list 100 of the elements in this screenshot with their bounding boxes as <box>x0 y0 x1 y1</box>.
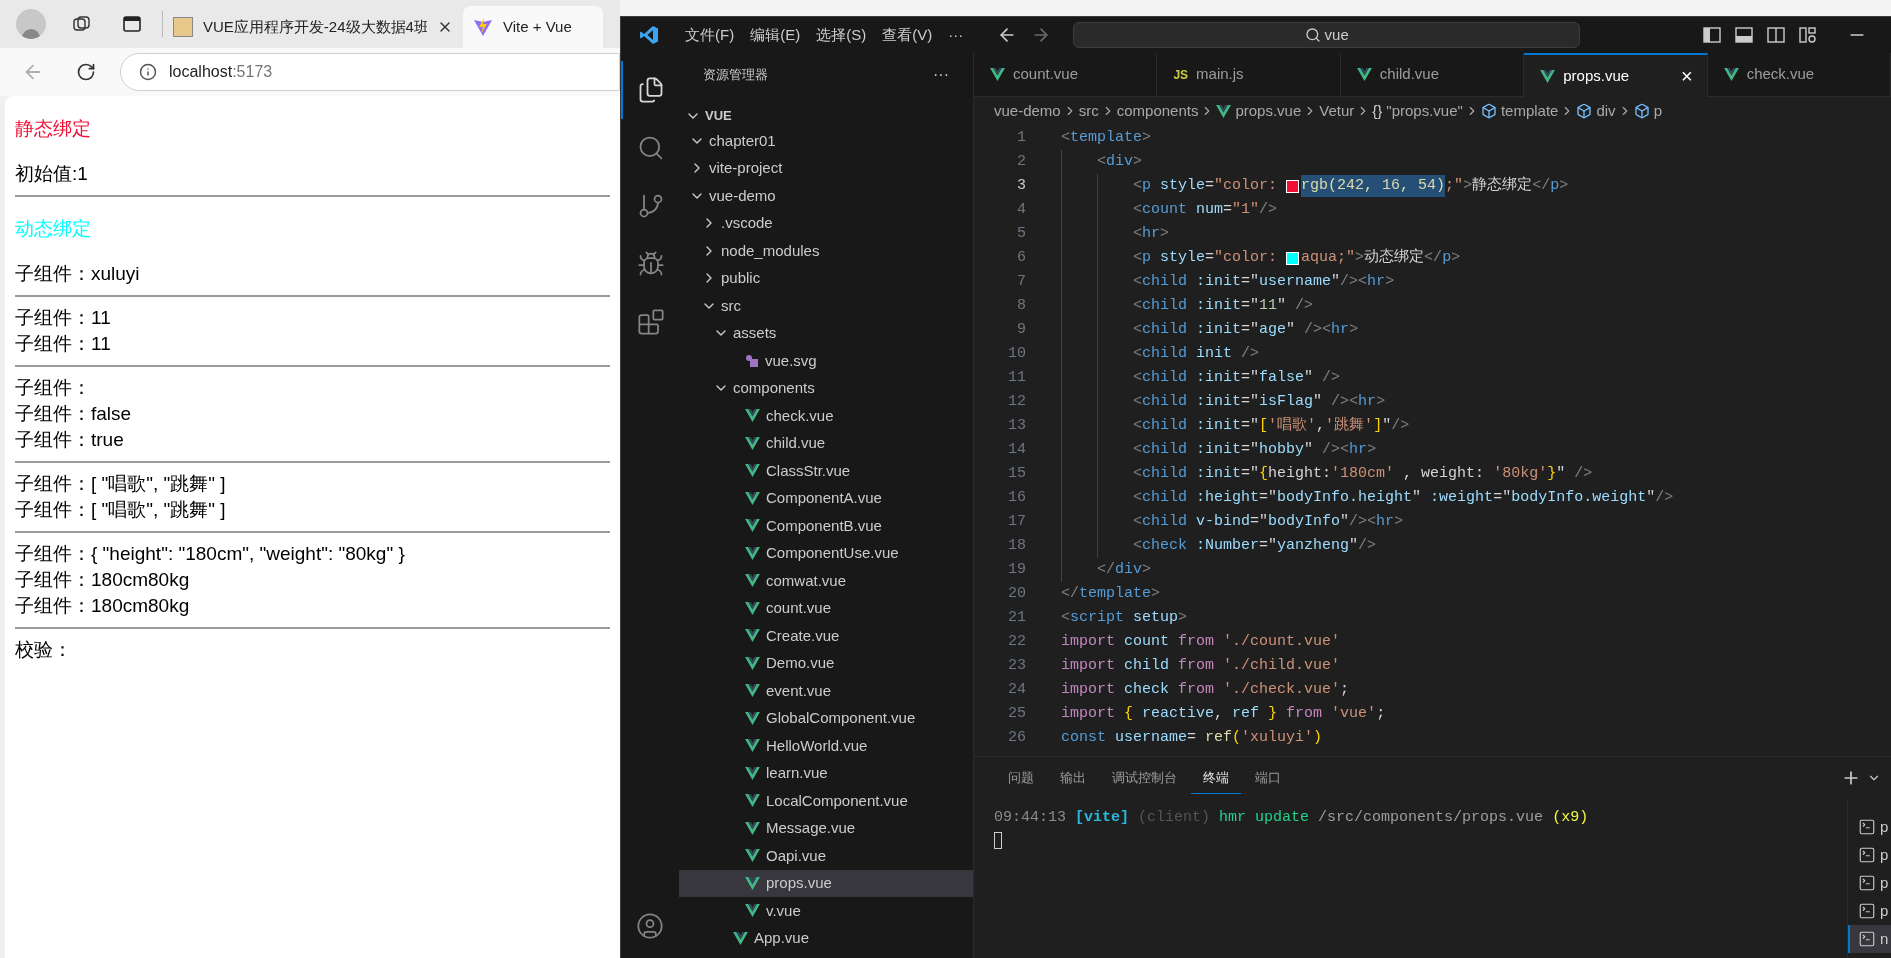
menu-item[interactable]: 编辑(E) <box>742 23 809 47</box>
bug-icon[interactable] <box>637 250 665 278</box>
tree-item[interactable]: GlobalComponent.vue <box>679 704 973 732</box>
tree-item[interactable]: v.vue <box>679 897 973 925</box>
files-icon[interactable] <box>637 76 665 104</box>
tree-item[interactable]: vue.svg <box>679 347 973 375</box>
terminal-list-item[interactable]: p <box>1848 869 1891 897</box>
tree-item[interactable]: assets <box>679 319 973 347</box>
tree-item[interactable]: HelloWorld.vue <box>679 732 973 760</box>
tree-item[interactable]: event.vue <box>679 677 973 705</box>
editor-tab[interactable]: count.vue <box>974 53 1158 97</box>
terminal-list-item[interactable]: p <box>1848 897 1891 925</box>
terminal-list-item[interactable]: p <box>1848 841 1891 869</box>
panel-tab[interactable]: 端口 <box>1243 761 1293 795</box>
tree-item[interactable]: public <box>679 264 973 292</box>
breadcrumb-item[interactable]: div <box>1596 99 1616 123</box>
tree-item[interactable]: ComponentB.vue <box>679 512 973 540</box>
code-token: ; <box>1376 703 1386 724</box>
tree-item[interactable]: App.vue <box>679 924 973 952</box>
line-number: 5 <box>1016 223 1026 244</box>
panel-tab[interactable]: 问题 <box>996 761 1046 795</box>
tree-item[interactable]: LocalComponent.vue <box>679 787 973 815</box>
tree-item[interactable]: chapter01 <box>679 127 973 155</box>
editor-tab[interactable]: check.vue <box>1707 53 1891 97</box>
panel-tab[interactable]: 调试控制台 <box>1100 761 1189 795</box>
tab-label: count.vue <box>1013 64 1079 85</box>
code-token: hr <box>1358 391 1377 412</box>
output-line: 子组件：[ "唱歌", "跳舞" ] <box>15 472 226 496</box>
code-token: p <box>1550 175 1560 196</box>
terminal-name: p <box>1880 844 1889 865</box>
menu-item[interactable]: 查看(V) <box>874 23 941 47</box>
tree-item[interactable]: Create.vue <box>679 622 973 650</box>
tree-item[interactable]: ComponentA.vue <box>679 484 973 512</box>
code-token: /> <box>1358 535 1377 556</box>
tree-item[interactable]: vite-project <box>679 154 973 182</box>
tree-item[interactable]: learn.vue <box>679 759 973 787</box>
panel-layout-icon[interactable] <box>1735 26 1753 44</box>
panel-tab[interactable]: 输出 <box>1048 761 1098 795</box>
browser-tab[interactable]: Vite + Vue <box>463 6 603 48</box>
code-token: = <box>1187 727 1198 748</box>
workspace-section-title[interactable]: VUE <box>705 106 732 126</box>
breadcrumb-item[interactable]: components <box>1116 99 1199 123</box>
code-token: from <box>1286 703 1323 724</box>
tree-item[interactable]: check.vue <box>679 402 973 430</box>
menu-item[interactable]: 文件(F) <box>677 23 743 47</box>
tree-item[interactable]: node_modules <box>679 237 973 265</box>
code-token: child <box>1123 655 1171 676</box>
tree-item[interactable]: count.vue <box>679 594 973 622</box>
color-swatch[interactable] <box>1286 179 1300 193</box>
menu-item[interactable]: ··· <box>940 23 972 47</box>
code-token: username <box>1259 271 1332 292</box>
terminal-list-item[interactable]: n <box>1848 925 1891 953</box>
sidebar-layout-icon[interactable] <box>1703 26 1721 44</box>
tree-item[interactable]: ComponentUse.vue <box>679 539 973 567</box>
tree-item[interactable]: Demo.vue <box>679 649 973 677</box>
tab-actions-icon[interactable] <box>122 14 142 34</box>
tree-item[interactable]: src <box>679 292 973 320</box>
line-number: 3 <box>1016 175 1026 196</box>
breadcrumb-item[interactable]: Vetur <box>1319 99 1355 123</box>
color-swatch[interactable] <box>1286 251 1300 265</box>
code-token: " <box>1304 367 1315 388</box>
tree-item[interactable]: components <box>679 374 973 402</box>
search-icon[interactable] <box>637 134 665 162</box>
tree-item-label: components <box>733 378 815 398</box>
workspaces-icon[interactable] <box>72 14 92 34</box>
line-number: 6 <box>1016 247 1026 268</box>
branch-icon[interactable] <box>637 192 665 220</box>
code-token: child <box>1142 511 1188 532</box>
breadcrumb-item[interactable]: src <box>1078 99 1099 123</box>
address-bar[interactable]: localhost:5173 <box>120 53 620 91</box>
editor-tab[interactable]: props.vue × <box>1524 53 1708 97</box>
close-tab[interactable]: × <box>1680 61 1693 91</box>
breadcrumb-item[interactable]: props.vue <box>1235 99 1302 123</box>
menu-item[interactable]: 选择(S) <box>808 23 875 47</box>
tree-item[interactable]: child.vue <box>679 429 973 457</box>
blocks-icon[interactable] <box>637 308 665 336</box>
tree-item[interactable]: ClassStr.vue <box>679 457 973 485</box>
account-icon[interactable] <box>636 912 664 940</box>
editor-tab[interactable]: JS main.js <box>1157 53 1341 97</box>
more-actions[interactable]: ··· <box>933 63 949 87</box>
split-layout-icon[interactable] <box>1767 26 1785 44</box>
code-token: =" <box>1259 535 1278 556</box>
search-field[interactable]: vue <box>1073 22 1581 48</box>
reload-icon[interactable] <box>76 62 96 82</box>
breadcrumb-item[interactable]: "props.vue" <box>1386 99 1463 123</box>
sidebar-title: 资源管理器 <box>703 66 768 85</box>
panel-tab[interactable]: 终端 <box>1191 761 1241 795</box>
breadcrumb-item[interactable]: vue-demo <box>994 99 1061 123</box>
tree-item[interactable]: .vscode <box>679 209 973 237</box>
tree-item-label: count.vue <box>766 598 832 618</box>
tree-item[interactable]: vue-demo <box>679 182 973 210</box>
grid-layout-icon[interactable] <box>1799 26 1817 44</box>
breadcrumb-item[interactable]: p <box>1653 99 1662 123</box>
tree-item[interactable]: props.vue <box>679 869 973 897</box>
avatar-icon[interactable] <box>16 9 46 39</box>
tree-item[interactable]: comwat.vue <box>679 567 973 595</box>
tree-item[interactable]: Message.vue <box>679 814 973 842</box>
breadcrumb-item[interactable]: template <box>1500 99 1559 123</box>
terminal-list-item[interactable]: p <box>1848 813 1891 841</box>
tree-item[interactable]: Oapi.vue <box>679 842 973 870</box>
